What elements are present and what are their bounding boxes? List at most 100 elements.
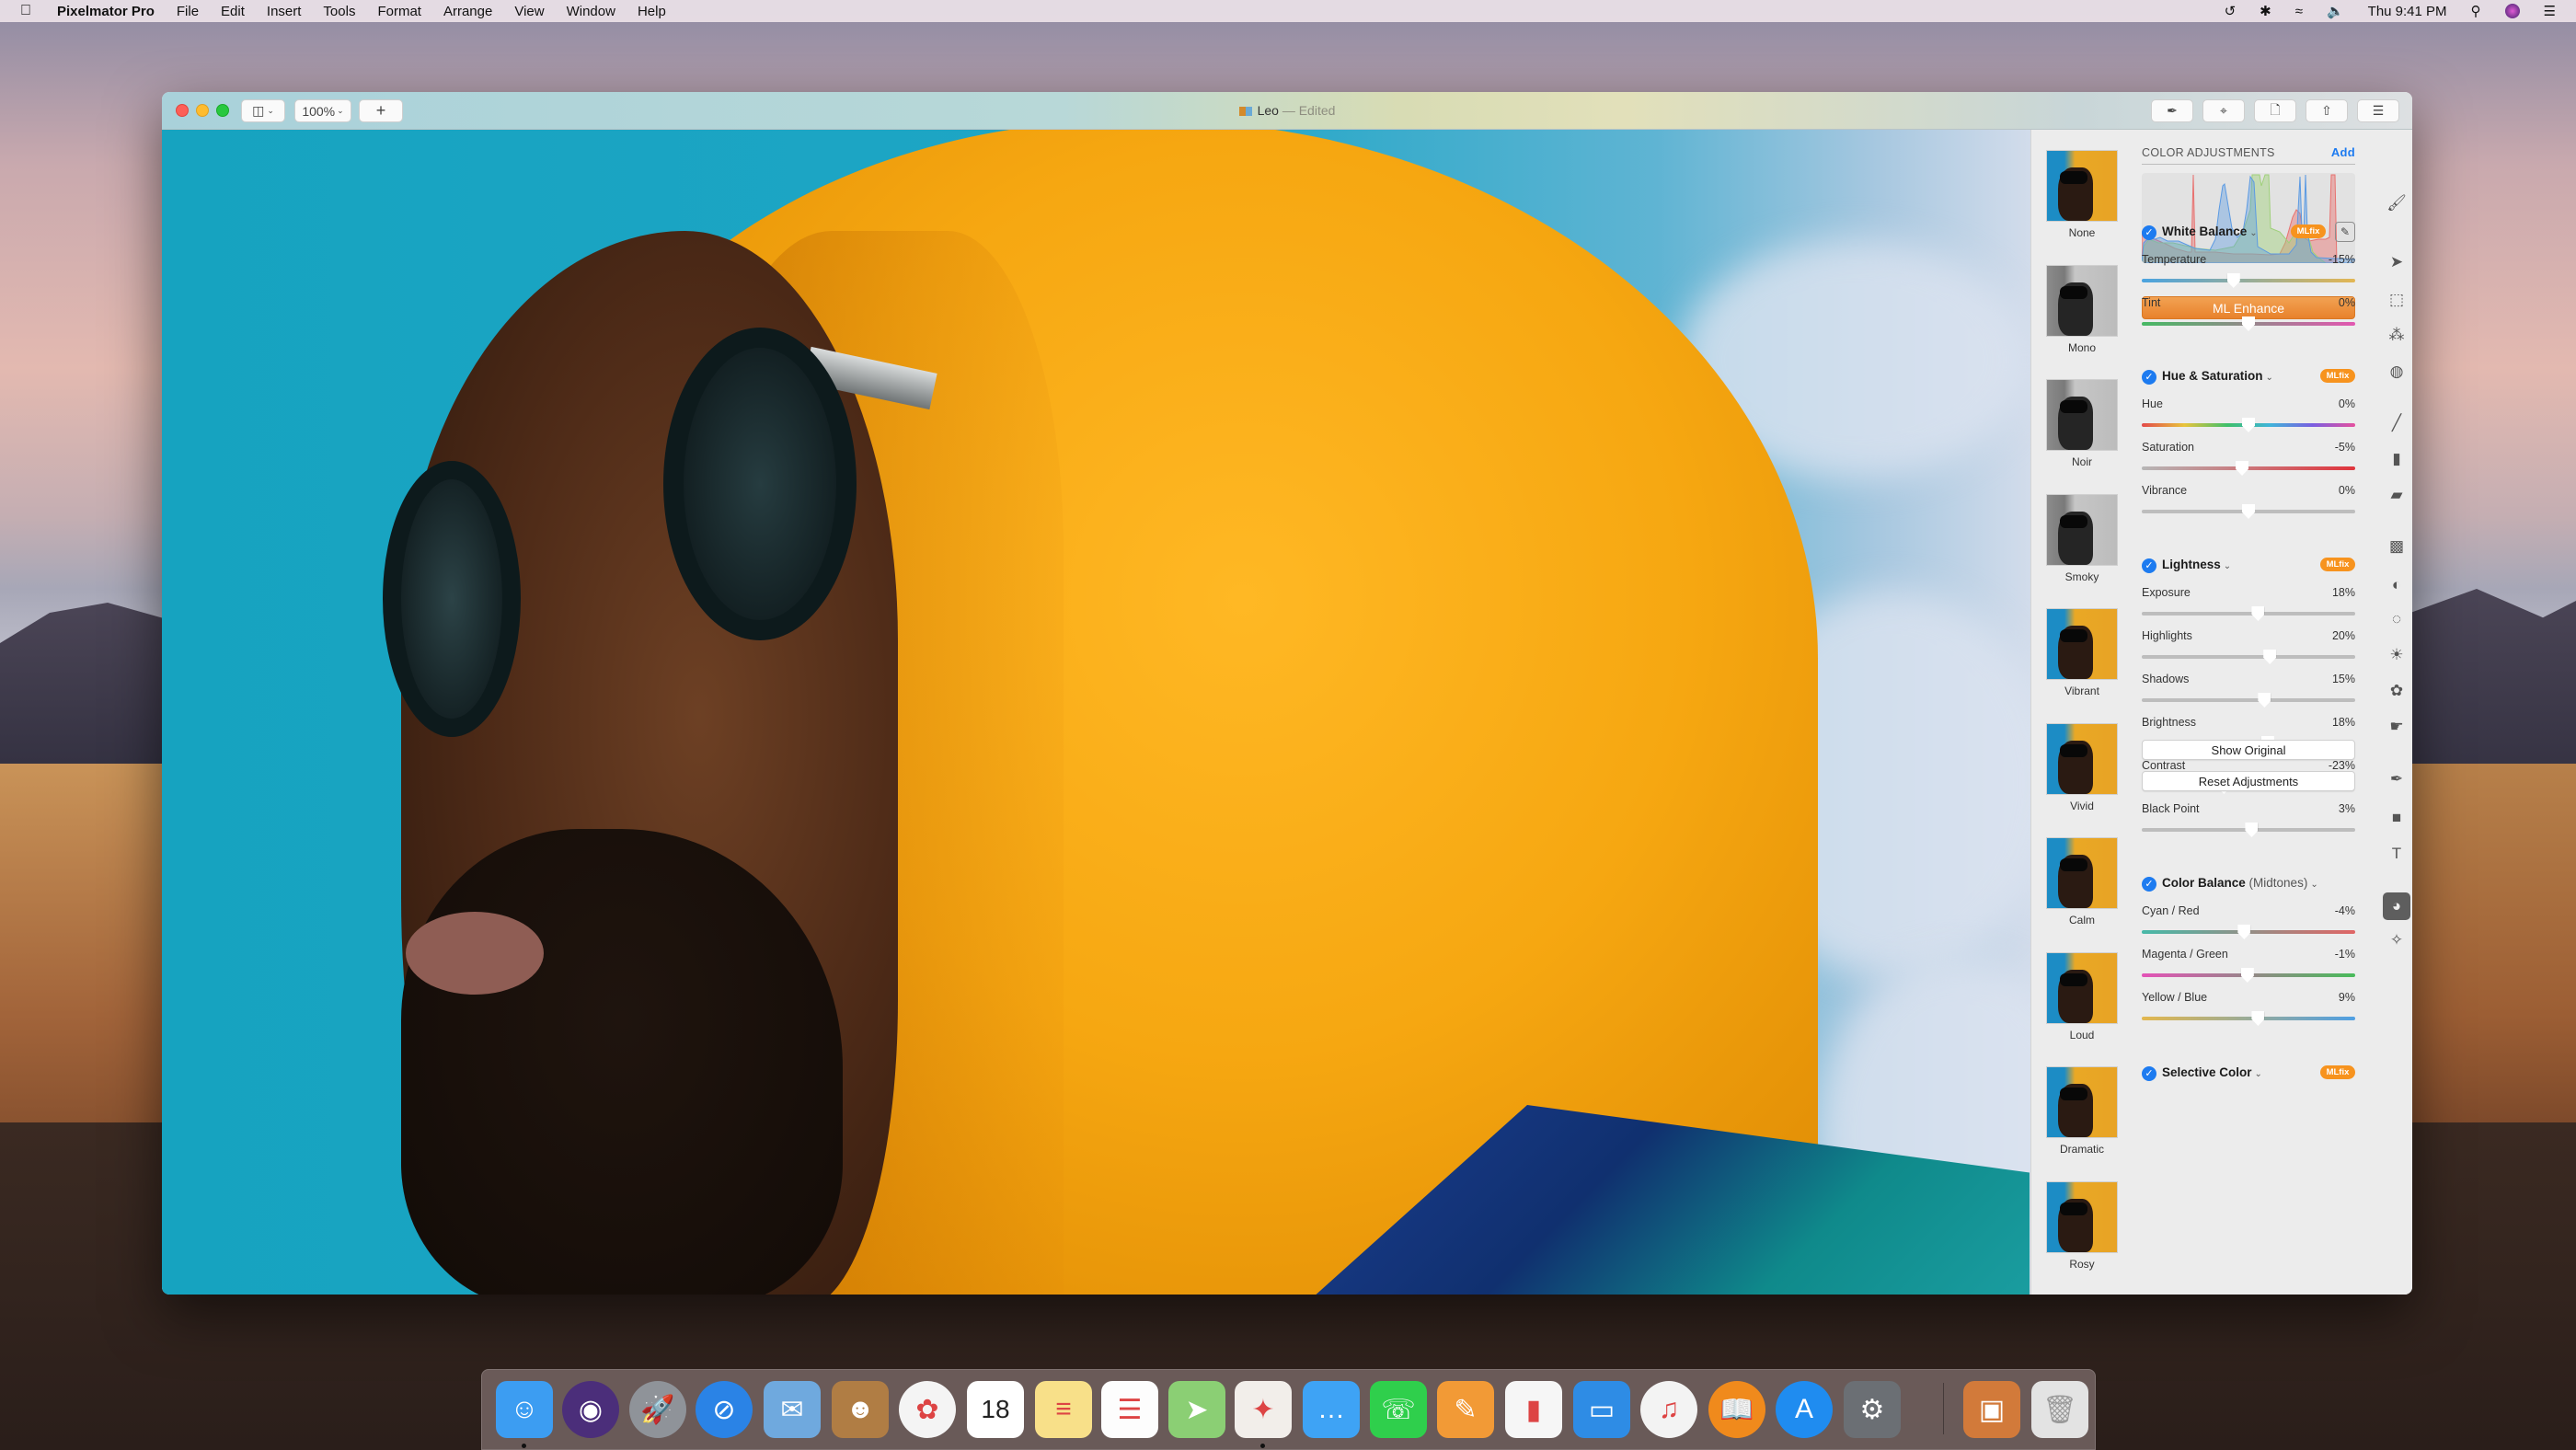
dock-safari[interactable]: ⊘ bbox=[696, 1381, 753, 1438]
dock-ibooks[interactable]: 📖 bbox=[1708, 1381, 1765, 1438]
section-white-balance[interactable]: ✓ White Balance ⌄ MLfix ✎ bbox=[2142, 222, 2355, 242]
wifi-icon[interactable]: ≈ bbox=[2295, 4, 2303, 19]
menu-tools[interactable]: Tools bbox=[323, 4, 355, 19]
rect-select-icon[interactable]: ⬚ bbox=[2385, 288, 2409, 312]
image-canvas[interactable] bbox=[162, 130, 2030, 1295]
type-icon[interactable]: T bbox=[2385, 842, 2409, 866]
paint-brush-icon[interactable]: ╱ bbox=[2385, 411, 2409, 435]
slider-knob[interactable] bbox=[2258, 693, 2271, 708]
eraser-icon[interactable]: ▰ bbox=[2385, 483, 2409, 507]
slider-knob[interactable] bbox=[2245, 823, 2259, 837]
slider-knob[interactable] bbox=[2242, 316, 2255, 331]
checkbox-checked-icon[interactable]: ✓ bbox=[2142, 1066, 2156, 1081]
dock-app-store[interactable]: A bbox=[1776, 1381, 1833, 1438]
preset-rosy[interactable]: Rosy bbox=[2031, 1180, 2118, 1271]
dock-messages[interactable]: … bbox=[1303, 1381, 1360, 1438]
checkbox-checked-icon[interactable]: ✓ bbox=[2142, 370, 2156, 385]
menu-help[interactable]: Help bbox=[638, 4, 666, 19]
dock-numbers[interactable]: ▮ bbox=[1505, 1381, 1562, 1438]
slider-track[interactable] bbox=[2142, 612, 2355, 616]
slider-magenta-green[interactable]: Magenta / Green -1% bbox=[2142, 948, 2355, 984]
section-color-balance[interactable]: ✓ Color Balance (Midtones) ⌄ bbox=[2142, 875, 2355, 893]
menu-view[interactable]: View bbox=[514, 4, 544, 19]
mlfix-badge[interactable]: MLfix bbox=[2320, 369, 2355, 383]
pen-icon[interactable]: ✒ bbox=[2385, 767, 2409, 791]
menu-format[interactable]: Format bbox=[377, 4, 421, 19]
style-brush-icon[interactable]: 🖌 bbox=[2385, 191, 2409, 215]
menu-arrange[interactable]: Arrange bbox=[443, 4, 492, 19]
dock-finder[interactable]: ☺ bbox=[496, 1381, 553, 1438]
dock-reminders[interactable]: ☰ bbox=[1101, 1381, 1158, 1438]
slider-exposure[interactable]: Exposure 18% bbox=[2142, 586, 2355, 623]
preset-dramatic[interactable]: Dramatic bbox=[2031, 1066, 2118, 1156]
menu-window[interactable]: Window bbox=[567, 4, 615, 19]
slider-track[interactable] bbox=[2142, 655, 2355, 659]
slider-yellow-blue[interactable]: Yellow / Blue 9% bbox=[2142, 991, 2355, 1028]
magic-select-icon[interactable]: ⁂ bbox=[2385, 323, 2409, 347]
checkbox-checked-icon[interactable]: ✓ bbox=[2142, 558, 2156, 573]
slider-knob[interactable] bbox=[2242, 504, 2255, 519]
dock-keynote[interactable]: ▭ bbox=[1573, 1381, 1630, 1438]
menu-insert[interactable]: Insert bbox=[267, 4, 302, 19]
volume-icon[interactable]: 🔈 bbox=[2327, 3, 2344, 19]
dock-launchpad[interactable]: 🚀 bbox=[629, 1381, 686, 1438]
siri-icon[interactable] bbox=[2504, 4, 2520, 18]
effects-icon[interactable]: ✧ bbox=[2385, 928, 2409, 952]
preset-smoky[interactable]: Smoky bbox=[2031, 493, 2118, 583]
dock-photos[interactable]: ✿ bbox=[899, 1381, 956, 1438]
blur-icon[interactable]: ◌ bbox=[2385, 607, 2409, 631]
dock-facetime[interactable]: ☏ bbox=[1370, 1381, 1427, 1438]
slider-knob[interactable] bbox=[2237, 925, 2251, 939]
shape-icon[interactable]: ■ bbox=[2385, 806, 2409, 830]
bluetooth-icon[interactable]: ✱ bbox=[2260, 3, 2271, 19]
repair-bandage-icon[interactable]: ▩ bbox=[2385, 535, 2409, 558]
mlfix-badge[interactable]: MLfix bbox=[2320, 558, 2355, 571]
checkbox-checked-icon[interactable]: ✓ bbox=[2142, 225, 2156, 240]
clock[interactable]: Thu 9:41 PM bbox=[2368, 4, 2447, 19]
chevron-down-icon[interactable]: ⌄ bbox=[2310, 880, 2317, 890]
slider-saturation[interactable]: Saturation -5% bbox=[2142, 441, 2355, 478]
dock-calendar[interactable]: 18 bbox=[967, 1381, 1024, 1438]
dock-pixelmator-pro[interactable]: ✦ bbox=[1235, 1381, 1292, 1438]
mlfix-badge[interactable]: MLfix bbox=[2320, 1065, 2355, 1079]
dock-trash[interactable]: 🗑 bbox=[2031, 1381, 2088, 1438]
slider-black-point[interactable]: Black Point 3% bbox=[2142, 802, 2355, 839]
arrange-pointer-icon[interactable]: ➤ bbox=[2385, 250, 2409, 274]
dock-maps[interactable]: ➤ bbox=[1168, 1381, 1225, 1438]
preset-none[interactable]: None bbox=[2031, 150, 2118, 239]
dock-itunes[interactable]: ♫ bbox=[1640, 1381, 1697, 1438]
slider-knob[interactable] bbox=[2236, 461, 2249, 476]
spotlight-icon[interactable]: ⚲ bbox=[2471, 3, 2481, 19]
paint-bucket-icon[interactable]: ▮ bbox=[2385, 447, 2409, 471]
add-adjustment-button[interactable]: Add bbox=[2331, 145, 2355, 159]
chevron-down-icon[interactable]: ⌄ bbox=[2249, 228, 2257, 238]
preset-loud[interactable]: Loud bbox=[2031, 951, 2118, 1041]
section-selective-color[interactable]: ✓ Selective Color ⌄ MLfix bbox=[2142, 1064, 2355, 1083]
slider-track[interactable] bbox=[2142, 698, 2355, 702]
crop-button[interactable]: ⌖ bbox=[2202, 99, 2245, 122]
adjustments-toggle-button[interactable]: ☰ bbox=[2357, 99, 2399, 122]
notification-center-icon[interactable]: ☰ bbox=[2544, 3, 2556, 19]
preset-calm[interactable]: Calm bbox=[2031, 837, 2118, 926]
dock-system-preferences[interactable]: ⚙ bbox=[1844, 1381, 1901, 1438]
preset-noir[interactable]: Noir bbox=[2031, 379, 2118, 468]
time-machine-icon[interactable]: ↺ bbox=[2225, 3, 2237, 19]
quick-select-icon[interactable]: ◍ bbox=[2385, 360, 2409, 384]
share-button[interactable]: ⇧ bbox=[2306, 99, 2348, 122]
preset-vibrant[interactable]: Vibrant bbox=[2031, 608, 2118, 697]
document-button[interactable]: 🗋 bbox=[2254, 99, 2296, 122]
dock-mail[interactable]: ✉ bbox=[764, 1381, 821, 1438]
slider-track[interactable] bbox=[2142, 1017, 2355, 1020]
slider-knob[interactable] bbox=[2240, 968, 2254, 983]
slider-knob[interactable] bbox=[2226, 273, 2240, 288]
checkbox-checked-icon[interactable]: ✓ bbox=[2142, 877, 2156, 892]
sponge-icon[interactable]: ✿ bbox=[2385, 679, 2409, 703]
slider-knob[interactable] bbox=[2242, 418, 2255, 432]
menu-file[interactable]: File bbox=[177, 4, 199, 19]
lighten-icon[interactable]: ☀ bbox=[2385, 643, 2409, 667]
slider-knob[interactable] bbox=[2263, 650, 2277, 664]
slider-track[interactable] bbox=[2142, 279, 2355, 282]
eyedropper-icon[interactable]: ✎ bbox=[2335, 222, 2355, 242]
slider-knob[interactable] bbox=[2251, 606, 2265, 621]
chevron-down-icon[interactable]: ⌄ bbox=[2255, 1069, 2262, 1079]
